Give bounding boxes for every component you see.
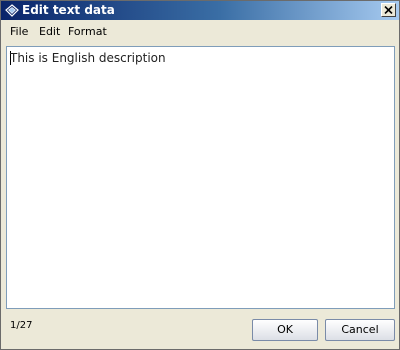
title-bar[interactable]: Edit text data	[1, 1, 399, 20]
editor-content: This is English description	[10, 51, 166, 65]
cancel-button[interactable]: Cancel	[325, 319, 395, 341]
menu-edit[interactable]: Edit	[39, 25, 60, 38]
diamond-app-icon	[5, 4, 19, 17]
close-button[interactable]	[381, 3, 396, 17]
text-editor[interactable]: This is English description	[6, 46, 395, 309]
ok-button[interactable]: OK	[252, 319, 318, 341]
menu-format[interactable]: Format	[68, 25, 107, 38]
edit-text-dialog: Edit text data File Edit Format This is …	[0, 0, 400, 350]
window-title: Edit text data	[22, 3, 115, 17]
close-icon	[384, 3, 393, 17]
record-position: 1/27	[10, 320, 33, 331]
menu-file[interactable]: File	[10, 25, 28, 38]
menu-bar: File Edit Format	[1, 21, 399, 42]
dialog-footer: 1/27 OK Cancel	[1, 311, 399, 349]
